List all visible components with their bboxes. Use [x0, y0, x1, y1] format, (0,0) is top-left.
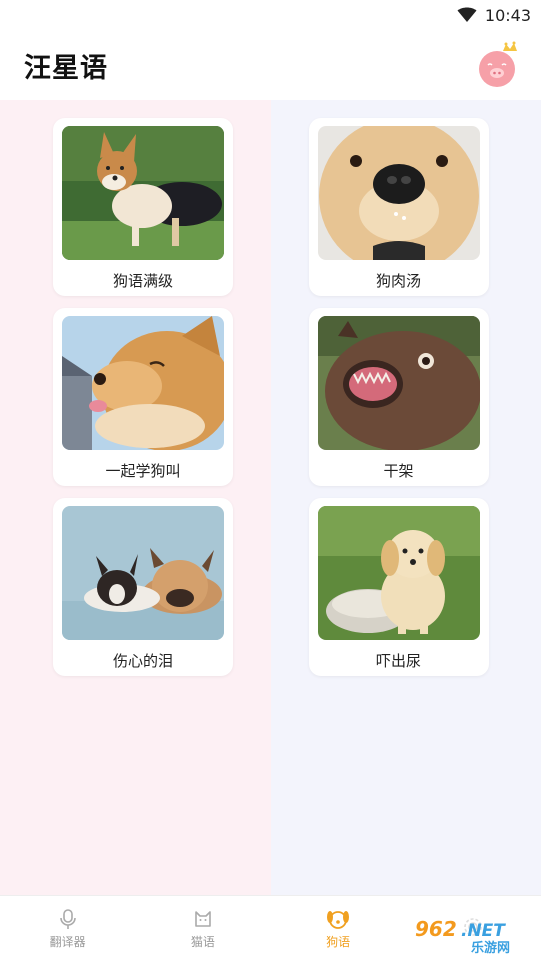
tab-dog-language[interactable]: 狗语 [271, 896, 406, 961]
tab-label: 翻译器 [49, 934, 86, 949]
app-header: 汪星语 [0, 30, 541, 100]
card-label: 狗语满级 [112, 272, 173, 290]
sound-card-3[interactable]: 干架 [308, 308, 489, 486]
right-column: 狗肉汤 干架 吓出尿 [270, 100, 541, 895]
status-time: 10:43 [484, 5, 531, 25]
pig-with-crown-icon[interactable] [475, 41, 523, 89]
svg-text:.NET: .NET [461, 921, 506, 941]
watermark-logo: 962 .NET 乐游网 [405, 916, 531, 956]
shiba-tongue-photo [62, 316, 224, 450]
svg-text:962: 962 [415, 917, 457, 941]
status-bar: 10:43 [0, 0, 541, 30]
sound-card-0[interactable]: 狗语满级 [53, 118, 233, 296]
cat-icon [195, 910, 211, 927]
card-label: 吓出尿 [375, 652, 421, 670]
content-area: 狗语满级 一起学狗叫 伤心的泪 狗肉汤 干架 吓出尿 [0, 100, 541, 895]
sound-card-1[interactable]: 狗肉汤 [308, 118, 489, 296]
golden-puppy-closeup-photo [317, 126, 480, 260]
corgi-photo [62, 126, 224, 260]
microphone-icon [59, 908, 76, 929]
sound-card-4[interactable]: 伤心的泪 [53, 498, 233, 676]
tab-translator[interactable]: 翻译器 [0, 896, 135, 961]
wifi-icon [457, 7, 477, 23]
page-title: 汪星语 [24, 52, 108, 84]
tab-label: 狗语 [326, 934, 351, 949]
sound-card-2[interactable]: 一起学狗叫 [53, 308, 233, 486]
card-label: 一起学狗叫 [105, 462, 181, 480]
svg-text:乐游网: 乐游网 [471, 940, 510, 956]
left-column: 狗语满级 一起学狗叫 伤心的泪 [0, 100, 271, 895]
french-bulldogs-lying-photo [62, 506, 224, 640]
tab-cat-language[interactable]: 猫语 [135, 896, 270, 961]
barking-pug-photo [317, 316, 480, 450]
card-label: 狗肉汤 [375, 272, 421, 290]
tab-label: 猫语 [190, 934, 215, 949]
golden-puppy-bowl-photo [317, 506, 480, 640]
dog-icon [327, 910, 350, 929]
card-label: 伤心的泪 [112, 652, 173, 670]
sound-card-5[interactable]: 吓出尿 [308, 498, 489, 676]
card-label: 干架 [383, 462, 414, 480]
